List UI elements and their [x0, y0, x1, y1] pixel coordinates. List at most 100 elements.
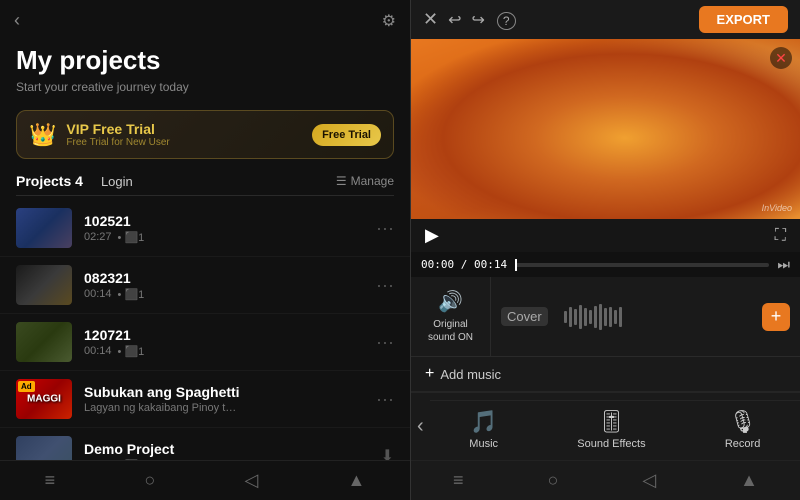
fullscreen-button[interactable]: ⛶ — [775, 227, 786, 245]
undo-button[interactable]: ↩ — [448, 10, 461, 30]
project-info: 102521 02:27 • ⬛1 — [84, 213, 376, 244]
project-description: Lagyan ng kakaibang Pinoy twist and p... — [84, 402, 244, 414]
waveform-bar — [569, 307, 572, 327]
manage-button[interactable]: ☰ Manage — [336, 174, 394, 188]
project-info: 082321 00:14 • ⬛1 — [84, 270, 376, 301]
nav-home-icon[interactable]: ○ — [144, 470, 155, 491]
music-label: Music — [469, 438, 498, 450]
nav-menu-icon[interactable]: ≡ — [45, 470, 56, 491]
bottom-tools: 🎵 Music 🎚 Sound Effects 🎙 Record — [430, 400, 800, 454]
project-thumbnail: Ad MAGGI — [16, 379, 72, 419]
cover-label[interactable]: Cover — [501, 307, 548, 326]
nav-menu-icon-right[interactable]: ≡ — [453, 470, 464, 491]
project-name: Demo Project — [84, 441, 381, 457]
list-item[interactable]: Ad MAGGI Subukan ang Spaghetti Lagyan ng… — [0, 371, 410, 428]
timeline-track[interactable] — [515, 263, 769, 267]
close-button[interactable]: ✕ — [423, 9, 438, 30]
project-meta: 02:27 • ⬛1 — [84, 231, 376, 244]
nav-recents-icon-right[interactable]: ▲ — [740, 470, 758, 491]
project-list: 102521 02:27 • ⬛1 ··· 082321 00:14 • ⬛1 … — [0, 196, 410, 460]
project-clips: • ⬛1 — [118, 288, 145, 301]
record-icon: 🎙 — [729, 409, 757, 435]
help-button[interactable]: ? — [497, 12, 516, 28]
original-sound-label: Originalsound ON — [428, 318, 473, 344]
back-button[interactable]: ‹ — [14, 10, 20, 31]
vip-subtitle: Free Trial for New User — [66, 137, 312, 148]
add-music-bar[interactable]: + Add music — [411, 357, 800, 392]
add-cover-button[interactable]: + — [762, 303, 790, 331]
vip-free-trial-button[interactable]: Free Trial — [312, 124, 381, 146]
sound-on-icon: 🔊 — [438, 289, 463, 314]
record-label: Record — [725, 438, 760, 450]
project-thumbnail — [16, 208, 72, 248]
project-meta: 00:14 • ⬛1 — [84, 345, 376, 358]
project-info: Demo Project 00:13 • ⬛8 — [84, 441, 381, 461]
page-title: My projects — [0, 41, 410, 78]
waveform-bar — [584, 308, 587, 326]
waveform-bar — [574, 309, 577, 325]
project-duration: 00:14 — [84, 288, 112, 300]
project-thumbnail — [16, 436, 72, 460]
right-bottom-nav: ≡ ○ ◁ ▲ — [411, 460, 800, 500]
settings-button[interactable]: ⚙ — [382, 11, 396, 31]
collapse-button[interactable]: ‹ — [411, 411, 430, 442]
vip-text: VIP Free Trial Free Trial for New User — [66, 121, 312, 148]
sound-effects-icon: 🎚 — [597, 409, 625, 435]
next-clip-button[interactable]: ⏭ — [777, 256, 790, 273]
project-clips: • ⬛1 — [118, 231, 145, 244]
current-time: 00:00 / 00:14 — [421, 258, 507, 271]
manage-label: Manage — [351, 174, 394, 188]
more-options-button[interactable]: ··· — [376, 218, 394, 239]
project-name: 082321 — [84, 270, 376, 286]
nav-back-icon[interactable]: ◁ — [244, 470, 258, 491]
project-name: 102521 — [84, 213, 376, 229]
left-header: ‹ ⚙ — [0, 0, 410, 41]
music-icon: 🎵 — [470, 409, 497, 435]
delete-clip-button[interactable]: ✕ — [770, 47, 792, 69]
list-item[interactable]: 082321 00:14 • ⬛1 ··· — [0, 257, 410, 314]
audio-section: 🔊 Originalsound ON Cover + — [411, 277, 800, 357]
more-options-button[interactable]: ··· — [376, 275, 394, 296]
project-duration: 00:14 — [84, 345, 112, 357]
waveform-bar — [599, 304, 602, 330]
timeline-cursor — [515, 259, 517, 271]
vip-crown-icon: 👑 — [29, 122, 56, 148]
more-options-button[interactable]: ··· — [376, 332, 394, 353]
sound-effects-label: Sound Effects — [577, 438, 645, 450]
add-music-label: Add music — [440, 367, 501, 382]
delete-icon: ✕ — [775, 50, 787, 67]
waveform-bar — [619, 307, 622, 327]
original-sound-toggle[interactable]: 🔊 Originalsound ON — [411, 277, 491, 356]
project-meta: 00:14 • ⬛1 — [84, 288, 376, 301]
audio-cover-section: Cover + — [491, 277, 800, 356]
music-tool[interactable]: 🎵 Music — [469, 409, 498, 450]
project-info: Subukan ang Spaghetti Lagyan ng kakaiban… — [84, 384, 376, 414]
project-thumbnail — [16, 322, 72, 362]
left-bottom-nav: ≡ ○ ◁ ▲ — [0, 460, 410, 500]
page-subtitle: Start your creative journey today — [0, 78, 410, 104]
nav-back-icon-right[interactable]: ◁ — [642, 470, 656, 491]
list-item[interactable]: Demo Project 00:13 • ⬛8 ⬇ — [0, 428, 410, 460]
right-header: ✕ ↩ ↪ ? EXPORT — [411, 0, 800, 39]
left-panel: ‹ ⚙ My projects Start your creative jour… — [0, 0, 410, 500]
export-button[interactable]: EXPORT — [699, 6, 788, 33]
waveform-bar — [609, 307, 612, 327]
list-item[interactable]: 120721 00:14 • ⬛1 ··· — [0, 314, 410, 371]
redo-button[interactable]: ↪ — [472, 10, 485, 30]
nav-recents-icon[interactable]: ▲ — [348, 470, 366, 491]
waveform-bar — [594, 306, 597, 328]
waveform-bar — [614, 310, 617, 324]
play-button[interactable]: ▶ — [425, 225, 439, 246]
list-item[interactable]: 102521 02:27 • ⬛1 ··· — [0, 200, 410, 257]
download-button[interactable]: ⬇ — [381, 446, 394, 460]
video-preview: ✕ InVideo — [411, 39, 800, 219]
thumb-label: MAGGI — [27, 394, 61, 405]
more-options-button[interactable]: ··· — [376, 389, 394, 410]
nav-home-icon-right[interactable]: ○ — [547, 470, 558, 491]
waveform-bar — [604, 308, 607, 326]
record-tool[interactable]: 🎙 Record — [725, 409, 760, 450]
login-button[interactable]: Login — [101, 174, 133, 189]
project-name: Subukan ang Spaghetti — [84, 384, 376, 400]
vip-banner[interactable]: 👑 VIP Free Trial Free Trial for New User… — [16, 110, 394, 159]
sound-effects-tool[interactable]: 🎚 Sound Effects — [577, 409, 645, 450]
